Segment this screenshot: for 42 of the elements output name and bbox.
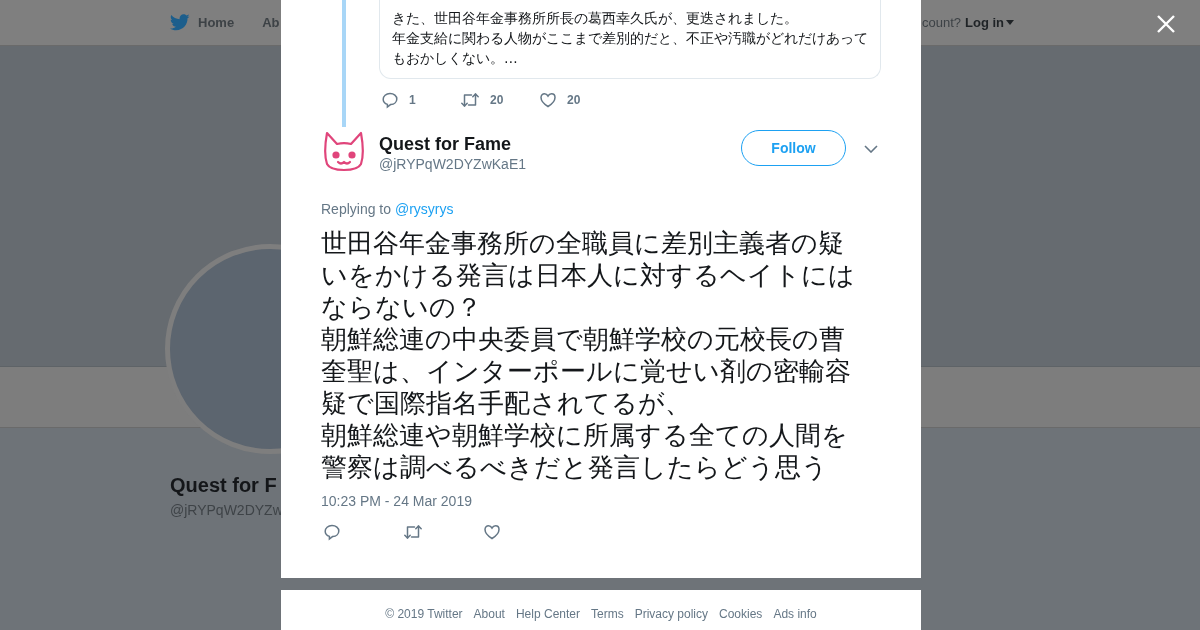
heart-icon[interactable]	[483, 523, 501, 541]
footer-link[interactable]: © 2019 Twitter	[385, 607, 463, 630]
tweet-timestamp[interactable]: 10:23 PM - 24 Mar 2019	[321, 493, 921, 509]
tweet-text-line: いをかける発言は日本人に対するヘイトには	[321, 259, 855, 291]
nav-link[interactable]: Ab	[262, 15, 280, 30]
login-link[interactable]: Log in	[965, 15, 1014, 30]
author-handle[interactable]: @jRYPqW2DYZwKaE1	[379, 155, 741, 173]
footer-link[interactable]: Cookies	[719, 607, 763, 630]
quoted-tweet-card[interactable]: きた、世田谷年金事務所所長の葛西幸久氏が、更迭されました。 年金支給に関わる人物がここまで差別的だと、不正や汚職がどれだけあって もおかしくない。…	[379, 0, 881, 79]
footer-link[interactable]: Help Center	[515, 607, 580, 630]
follow-button[interactable]: Follow	[741, 130, 846, 166]
footer-link[interactable]: Terms	[591, 607, 624, 630]
footer-link[interactable]: Privacy policy	[634, 607, 708, 630]
quoted-tweet-line: 年金支給に関わる人物がここまで差別的だと、不正や汚職がどれだけあって	[392, 29, 868, 48]
tweet-text-line: 朝鮮総連の中央委員で朝鮮学校の元校長の曹	[321, 323, 845, 355]
tweet-text-line: 警察は調べるべきだと発言したらどう思う	[321, 451, 828, 483]
action-count: 1	[409, 93, 416, 107]
tweet-text-line: 朝鮮総連や朝鮮学校に所属する全ての人間を	[321, 419, 848, 451]
heart-icon[interactable]	[539, 91, 557, 109]
action-count: 20	[490, 93, 504, 107]
tweet-text-line: ならないの？	[321, 291, 482, 323]
footer-link[interactable]: Ads info	[773, 607, 817, 630]
login-prompt: count?	[921, 15, 961, 30]
author-name[interactable]: Quest for Fame	[379, 133, 741, 155]
tweet-text-line: 世田谷年金事務所の全職員に差別主義者の疑	[321, 227, 844, 259]
quoted-tweet-line: もおかしくない。…	[392, 49, 518, 68]
retweet-icon[interactable]	[460, 91, 480, 109]
nav-link[interactable]: Home	[198, 15, 235, 30]
replying-to-text: Replying to @rysyrys	[321, 201, 455, 217]
profile-name: Quest for F	[170, 474, 277, 497]
quoted-tweet-line: きた、世田谷年金事務所所長の葛西幸久氏が、更迭されました。	[392, 9, 798, 28]
action-count: 20	[567, 93, 581, 107]
retweet-icon[interactable]	[403, 523, 423, 541]
mention-link[interactable]: @rysyrys	[394, 201, 454, 217]
footer-link[interactable]: About	[473, 607, 505, 630]
speech-bubble-icon[interactable]	[381, 91, 399, 109]
bird-icon	[170, 14, 190, 31]
caret-icon[interactable]	[1006, 20, 1014, 25]
chevron-down-icon[interactable]	[864, 145, 878, 153]
tweet-text-line: 疑で国際指名手配されてるが、	[321, 387, 691, 419]
speech-bubble-icon[interactable]	[323, 523, 341, 541]
tweet-text-line: 奎聖は、インターポールに覚せい剤の密輸容	[321, 355, 851, 387]
